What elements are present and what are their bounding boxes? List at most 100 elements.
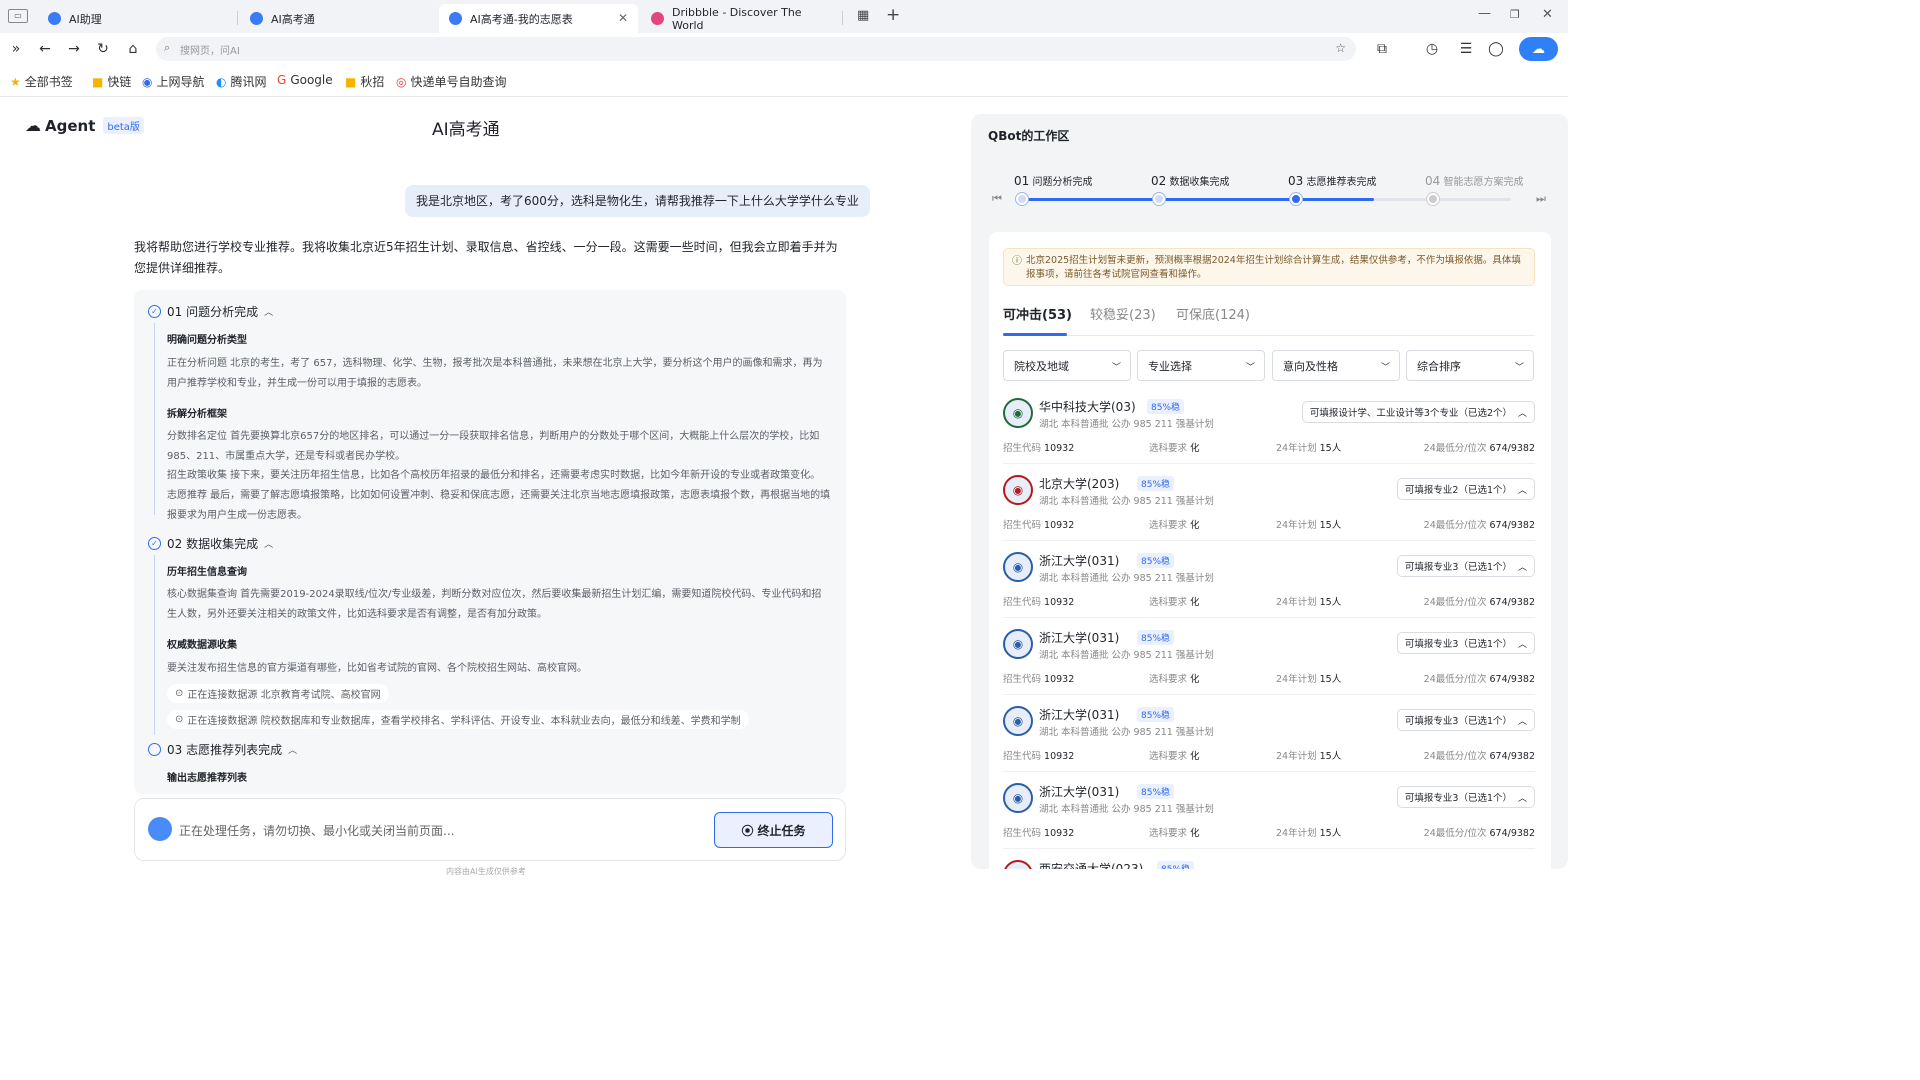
tab-reach[interactable]: 可冲击(53) [1003,304,1072,323]
bookmark-google[interactable]: G Google [277,73,333,87]
admission-code: 招生代码 10932 [1003,674,1075,685]
active-tab-indicator [1003,333,1067,336]
menu-icon[interactable]: ☰ [1456,39,1476,59]
skip-start-icon[interactable]: ⏮ [992,192,1002,206]
min-score-rank: 24最低分/位次 674/9382 [1423,828,1535,839]
extensions-icon[interactable]: ⧉ [1372,39,1392,59]
new-tab-icon[interactable]: + [886,5,900,25]
address-bar[interactable]: ⌕ 搜网页，问AI ☆ [156,37,1356,61]
filter-intent[interactable]: 意向及性格 ﹀ [1272,350,1400,381]
bot-avatar [148,817,172,841]
school-row[interactable]: ◉ 浙江大学(031) 85%稳 湖北 本科普通批 公办 985 211 强基计划 可填… [1003,702,1535,779]
info-icon: ⓘ [1012,256,1022,267]
school-meta: 湖北 本科普通批 公办 985 211 强基计划 [1039,650,1214,661]
bookmark-tencent[interactable]: ◐ 腾讯网 [216,73,267,90]
tab-ai-assistant[interactable]: AI助理 [38,4,233,33]
chevron-up-icon: ︿ [264,540,274,550]
min-score-rank: 24最低分/位次 674/9382 [1423,597,1535,608]
school-row[interactable]: ◉ 浙江大学(031) 85%稳 湖北 本科普通批 公办 985 211 强基计划 可填… [1003,548,1535,625]
school-row[interactable]: ◉ 浙江大学(031) 85%稳 湖北 本科普通批 公办 985 211 强基计划 可填… [1003,625,1535,702]
major-picker-button[interactable]: 可填报专业3（已选1个） ︿ [1396,632,1535,654]
step-section-heading: 权威数据源收集 [167,640,237,651]
tab-ai-gaokao[interactable]: AI高考通 [240,4,435,33]
star-icon: ★ [10,74,21,89]
user-message: 我是北京地区，考了600分，选科是物化生，请帮我推荐一下上什么大学学什么专业 [405,185,870,217]
probability-badge: 85%稳 [1137,784,1175,799]
chevron-up-icon: ︿ [1517,563,1527,573]
reload-icon[interactable]: ↻ [93,39,113,59]
major-picker-button[interactable]: 可填报专业3（已选1个） ︿ [1396,786,1535,808]
filter-school-region[interactable]: 院校及地域 ﹀ [1003,350,1131,381]
school-logo: ◉ [1003,706,1033,736]
admission-code: 招生代码 10932 [1003,597,1075,608]
admission-code: 招生代码 10932 [1003,520,1075,531]
skip-end-icon[interactable]: ⏭ [1536,192,1546,206]
minimize-icon[interactable]: — [1478,6,1491,21]
progress-dot[interactable] [1153,193,1165,205]
tab-my-volunteer-list[interactable]: AI高考通-我的志愿表 ✕ [439,4,638,33]
school-row[interactable]: ◉ 西安交通大学(023) 85%稳 [1003,856,1535,869]
restore-icon[interactable]: ❐ [1510,8,1520,21]
bookmark-quicklinks[interactable]: ■ 快链 [92,73,131,90]
window-close-icon[interactable]: ✕ [1542,7,1553,22]
star-icon[interactable]: ☆ [1335,41,1346,55]
back-icon[interactable]: ← [35,39,55,59]
tab-grid-icon[interactable]: ▦ [857,8,869,23]
chevron-down-icon: ﹀ [1111,363,1121,373]
tab-bar: ▭ AI助理 AI高考通 AI高考通-我的志愿表 ✕ Dribbble - Di… [0,0,1568,33]
major-picker-button[interactable]: 可填报设计学、工业设计等3个专业（已选2个） ︿ [1301,401,1535,423]
tab-dribbble[interactable]: Dribbble - Discover The World [641,4,836,33]
major-picker-button[interactable]: 可填报专业2（已选1个） ︿ [1396,478,1535,500]
probability-badge: 85%稳 [1137,476,1175,491]
chevron-up-icon: ︿ [1517,409,1527,419]
data-source-pill: ⊙ 正在连接数据源 北京教育考试院、高校官网 [167,684,389,703]
tencent-icon: ◐ [216,74,227,89]
sort-select[interactable]: 综合排序 ﹀ [1406,350,1534,381]
subject-requirement: 选科要求 化 [1149,597,1200,608]
subject-requirement: 选科要求 化 [1149,520,1200,531]
forward-icon[interactable]: → [64,39,84,59]
school-name: 浙江大学(031) [1039,554,1120,568]
sidebar-expand-icon[interactable]: » [6,39,26,59]
step-section-text: 志愿推荐 最后，需要了解志愿填报策略，比如如何设置冲刺、稳妥和保底志愿，还需要关… [167,490,831,521]
min-score-rank: 24最低分/位次 674/9382 [1423,751,1535,762]
stop-task-button[interactable]: ⦿ 终止任务 [714,812,833,848]
task-steps: ✓ 01 问题分析完成 ︿ 明确问题分析类型 正在分析问题 北京的考生，考了 6… [134,290,846,794]
stop-icon: ⦿ [741,823,754,838]
major-picker-button[interactable]: 可填报专业3（已选1个） ︿ [1396,709,1535,731]
progress-dot[interactable] [1016,193,1028,205]
school-logo: ◉ [1003,629,1033,659]
step-2-header[interactable]: ✓ 02 数据收集完成 ︿ [148,535,273,552]
bookmark-web-nav[interactable]: ◉ 上网导航 [142,73,205,90]
tab-close-icon[interactable]: ✕ [618,11,628,25]
progress-dot[interactable] [1427,193,1439,205]
school-row[interactable]: ◉ 浙江大学(031) 85%稳 湖北 本科普通批 公办 985 211 强基计划 可填… [1003,779,1535,856]
home-icon[interactable]: ⌂ [123,39,143,59]
sidebar-toggle-icon[interactable]: ▭ [8,9,28,23]
probability-badge: 85%稳 [1137,707,1175,722]
cloud-sync-icon[interactable]: ☁ [1519,37,1558,61]
major-picker-button[interactable]: 可填报专业3（已选1个） ︿ [1396,555,1535,577]
step-1-header[interactable]: ✓ 01 问题分析完成 ︿ [148,303,273,320]
filter-major[interactable]: 专业选择 ﹀ [1137,350,1265,381]
tab-match[interactable]: 较稳妥(23) [1090,304,1156,323]
recommendation-card: ⓘ 北京2025招生计划暂未更新，预测概率根据2024年招生计划综合计算生成，结… [989,232,1551,869]
bookmark-autumn-recruit[interactable]: ■ 秋招 [345,73,384,90]
school-logo: ◉ [1003,552,1033,582]
school-name: 北京大学(203) [1039,477,1120,491]
step-section-text: 核心数据集查询 首先需要2019-2024录取线/位次/专业级差，判断分数对应位… [167,589,822,620]
bookmark-all[interactable]: ★ 全部书签 [10,73,73,90]
chevron-up-icon: ︿ [264,308,274,318]
tab-safety[interactable]: 可保底(124) [1176,304,1250,323]
account-icon[interactable]: ◯ [1486,39,1506,59]
history-icon[interactable]: ◷ [1422,39,1442,59]
beta-badge: beta版 [103,117,144,134]
school-row[interactable]: ◉ 北京大学(203) 85%稳 湖北 本科普通批 公办 985 211 强基计划 可填… [1003,471,1535,548]
probability-badge: 85%稳 [1137,630,1175,645]
tab-title: AI高考通-我的志愿表 [470,12,573,26]
progress-dot-current[interactable] [1290,193,1302,205]
bookmark-express-query[interactable]: ◎ 快递单号自助查询 [396,73,507,90]
school-row[interactable]: ◉ 华中科技大学(03) 85%稳 湖北 本科普通批 公办 985 211 强基计划 可… [1003,394,1535,471]
step-3-header[interactable]: 03 志愿推荐列表完成 ︿ [148,741,297,758]
tab-favicon [48,12,61,25]
